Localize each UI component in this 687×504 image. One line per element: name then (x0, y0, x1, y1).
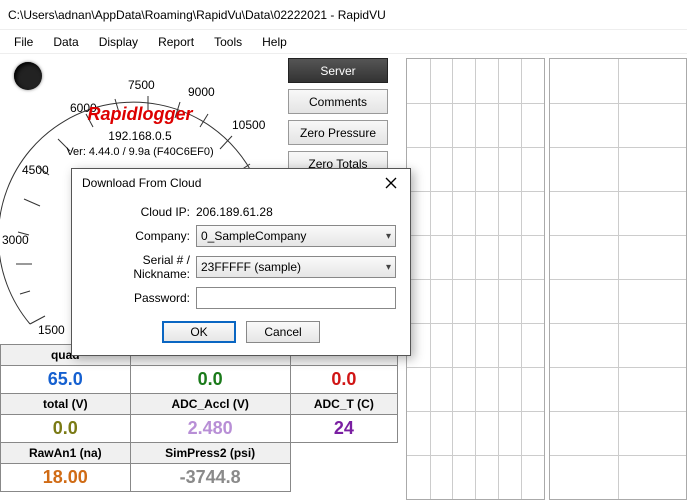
val-quad: 65.0 (1, 366, 131, 394)
menu-tools[interactable]: Tools (204, 31, 252, 53)
serial-select[interactable]: 23FFFFF (sample) ▾ (196, 256, 396, 278)
val-total: 0.0 (1, 415, 131, 443)
chevron-down-icon: ▾ (386, 231, 391, 242)
tick-label: 9000 (188, 85, 215, 99)
serial-label: Serial # / Nickname: (86, 253, 196, 281)
gauge-title: Rapidlogger (60, 104, 220, 125)
password-label: Password: (86, 291, 196, 305)
chart-area (406, 58, 687, 500)
menu-data[interactable]: Data (43, 31, 88, 53)
chevron-down-icon: ▾ (386, 262, 391, 273)
tick-label: 7500 (128, 78, 155, 92)
hdr-adc-t: ADC_T (C) (290, 394, 397, 415)
ok-button[interactable]: OK (162, 321, 236, 343)
val-adc-t: 24 (290, 415, 397, 443)
menu-report[interactable]: Report (148, 31, 204, 53)
val-quad-b: 0.0 (130, 366, 290, 394)
val-adc-accl: 2.480 (130, 415, 290, 443)
val-rawan1: 18.00 (1, 464, 131, 492)
tick-label: 10500 (232, 118, 266, 132)
cloud-ip-value: 206.189.61.28 (196, 205, 273, 219)
readings-table: quad 65.0 0.0 0.0 total (V) ADC_Accl (V)… (0, 344, 398, 492)
tick-label: 3000 (2, 233, 29, 247)
chart-1 (406, 58, 545, 500)
side-buttons: Server Comments Zero Pressure Zero Total… (288, 58, 388, 176)
company-select[interactable]: 0_SampleCompany ▾ (196, 225, 396, 247)
menu-file[interactable]: File (4, 31, 43, 53)
chart-2 (549, 58, 687, 500)
company-select-value: 0_SampleCompany (201, 229, 306, 243)
company-label: Company: (86, 229, 196, 243)
tick-label: 1500 (38, 323, 65, 337)
tick-label: 4500 (22, 163, 49, 177)
window-title: C:\Users\adnan\AppData\Roaming\RapidVu\D… (8, 8, 386, 22)
dialog-close-button[interactable] (378, 173, 404, 193)
gauge-ip: 192.168.0.5 (60, 129, 220, 143)
cloud-ip-label: Cloud IP: (86, 205, 196, 219)
menubar: File Data Display Report Tools Help (0, 30, 687, 54)
serial-select-value: 23FFFFF (sample) (201, 260, 301, 274)
zero-pressure-button[interactable]: Zero Pressure (288, 120, 388, 145)
dialog-title: Download From Cloud (82, 176, 201, 190)
hdr-rawan1: RawAn1 (na) (1, 443, 131, 464)
hdr-total: total (V) (1, 394, 131, 415)
gauge-version: Ver: 4.44.0 / 9.9a (F40C6EF0) (50, 146, 230, 158)
server-button[interactable]: Server (288, 58, 388, 83)
close-icon (385, 177, 397, 189)
val-simpress2: -3744.8 (130, 464, 290, 492)
cancel-button[interactable]: Cancel (246, 321, 320, 343)
val-quad-c: 0.0 (290, 366, 397, 394)
password-input[interactable] (196, 287, 396, 309)
window-titlebar: C:\Users\adnan\AppData\Roaming\RapidVu\D… (0, 0, 687, 30)
menu-display[interactable]: Display (89, 31, 148, 53)
comments-button[interactable]: Comments (288, 89, 388, 114)
menu-help[interactable]: Help (252, 31, 297, 53)
hdr-adc-accl: ADC_Accl (V) (130, 394, 290, 415)
download-from-cloud-dialog: Download From Cloud Cloud IP: 206.189.61… (71, 168, 411, 356)
hdr-simpress2: SimPress2 (psi) (130, 443, 290, 464)
